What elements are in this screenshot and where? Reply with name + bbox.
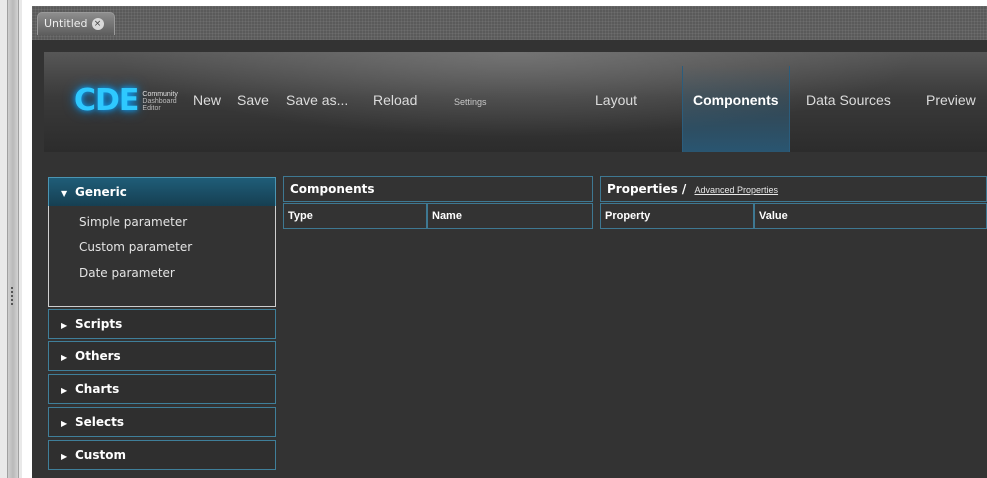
logo-line-1: Community [142, 90, 178, 98]
active-view-highlight [682, 66, 790, 152]
reload-button[interactable]: Reload [373, 92, 417, 108]
chevron-right-icon: ▶ [61, 452, 68, 461]
column-label-property: Property [605, 210, 651, 222]
settings-button[interactable]: Settings [454, 97, 487, 107]
advanced-properties-link[interactable]: Advanced Properties [695, 185, 779, 195]
chevron-right-icon: ▶ [61, 321, 68, 330]
left-splitter[interactable] [0, 0, 22, 478]
editor-main: CDE Community Dashboard Editor New Save … [32, 40, 987, 478]
tab-preview[interactable]: Preview [926, 92, 976, 108]
column-label-value: Value [759, 210, 788, 222]
components-panel-title: Components [283, 176, 593, 202]
chevron-right-icon: ▶ [61, 353, 68, 362]
components-title: Components [290, 182, 375, 196]
save-button[interactable]: Save [237, 92, 269, 108]
logo-line-2: Dashboard [142, 97, 177, 105]
column-header-type[interactable]: Type [283, 203, 427, 229]
column-header-value[interactable]: Value [754, 203, 987, 229]
close-icon[interactable]: × [91, 18, 104, 30]
sidebar-item-date-parameter[interactable]: Date parameter [79, 266, 175, 280]
tab-layout[interactable]: Layout [595, 92, 637, 108]
title-separator: / [681, 182, 687, 196]
properties-title: Properties [607, 182, 678, 196]
column-header-property[interactable]: Property [600, 203, 754, 229]
sidebar-group-label: Custom [75, 448, 126, 462]
splitter-bar[interactable] [7, 0, 19, 478]
document-tab-title: Untitled [44, 17, 88, 30]
sidebar-group-label: Selects [75, 415, 125, 429]
sidebar-item-simple-parameter[interactable]: Simple parameter [79, 215, 187, 229]
sidebar-group-label: Charts [75, 382, 120, 396]
sidebar-item-custom-parameter[interactable]: Custom parameter [79, 240, 192, 254]
sidebar-group-label: Generic [75, 185, 127, 199]
sidebar-group-custom[interactable]: ▶ Custom [48, 440, 276, 470]
sidebar-group-generic[interactable]: ▼ Generic [48, 177, 276, 207]
cde-logo: CDE Community Dashboard Editor [74, 86, 178, 116]
splitter-grip-icon[interactable] [11, 287, 13, 307]
sidebar-group-label: Scripts [75, 317, 123, 331]
column-header-name[interactable]: Name [427, 203, 593, 229]
sidebar-group-selects[interactable]: ▶ Selects [48, 407, 276, 437]
editor-header: CDE Community Dashboard Editor New Save … [44, 52, 987, 152]
sidebar-group-charts[interactable]: ▶ Charts [48, 374, 276, 404]
new-button[interactable]: New [193, 92, 221, 108]
document-tab-strip: Untitled × [32, 6, 987, 40]
tab-data-sources[interactable]: Data Sources [806, 92, 891, 108]
logo-subtitle: Community Dashboard Editor [142, 91, 177, 112]
column-label-name: Name [432, 210, 462, 222]
document-tab[interactable]: Untitled × [37, 12, 115, 35]
properties-panel-title: Properties / Advanced Properties [600, 176, 987, 202]
chevron-right-icon: ▶ [61, 386, 68, 395]
sidebar-group-scripts[interactable]: ▶ Scripts [48, 309, 276, 339]
save-as-button[interactable]: Save as... [286, 92, 348, 108]
column-label-type: Type [288, 210, 313, 222]
sidebar-group-label: Others [75, 349, 121, 363]
chevron-right-icon: ▶ [61, 419, 68, 428]
logo-mark: CDE [74, 83, 139, 118]
chevron-down-icon: ▼ [61, 189, 68, 198]
generic-items: Simple parameter Custom parameter Date p… [48, 206, 276, 307]
logo-line-3: Editor [142, 104, 161, 112]
sidebar-group-others[interactable]: ▶ Others [48, 341, 276, 371]
tab-components[interactable]: Components [693, 92, 779, 108]
